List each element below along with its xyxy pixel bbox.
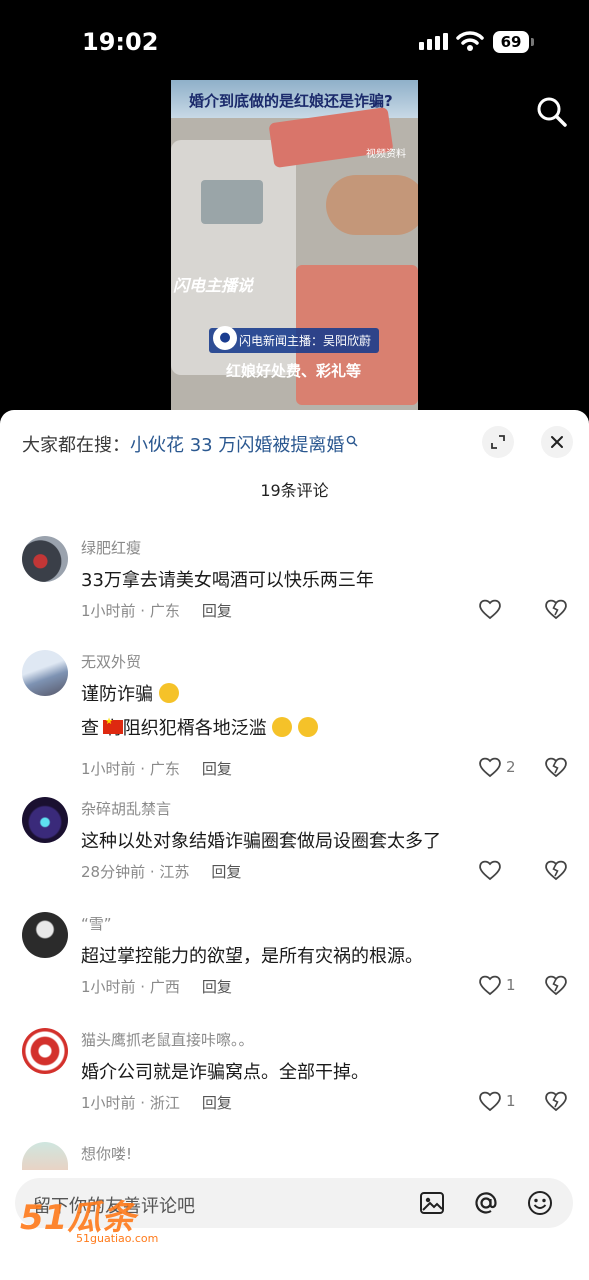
fist-emoji-icon bbox=[158, 683, 179, 703]
heart-icon bbox=[479, 975, 501, 996]
comment-meta: 1小时前 · 广东 回复 bbox=[81, 600, 232, 621]
battery-indicator: 69 bbox=[493, 31, 529, 53]
avatar[interactable] bbox=[22, 797, 68, 843]
comment-text: 33万拿去请美女喝酒可以快乐两三年 bbox=[81, 570, 374, 591]
comment-username[interactable]: 杂碎胡乱禁言 bbox=[81, 798, 171, 819]
dislike-heart-icon[interactable] bbox=[544, 859, 568, 881]
avatar[interactable] bbox=[22, 912, 68, 958]
comment-meta: 1小时前 · 广西 回复 bbox=[81, 976, 232, 997]
comment-text: 婚介公司就是诈骗窝点。全部干掉。 bbox=[81, 1062, 369, 1083]
avatar[interactable] bbox=[22, 536, 68, 582]
dislike-heart-icon[interactable] bbox=[544, 598, 568, 620]
avatar[interactable] bbox=[22, 1028, 68, 1074]
battery-tip bbox=[531, 38, 534, 46]
mention-icon[interactable] bbox=[473, 1190, 499, 1216]
cellular-signal-icon bbox=[419, 33, 448, 50]
video-player[interactable]: 婚介到底做的是红娘还是诈骗? 视频资料 闪电主播说 ● 闪电新闻主播：吴阳欣蔚 … bbox=[171, 80, 418, 410]
dislike-heart-icon[interactable] bbox=[544, 1090, 568, 1112]
like-count: 1 bbox=[506, 1092, 516, 1110]
comment-username[interactable]: 绿肥红瘦 bbox=[81, 537, 141, 558]
trending-search[interactable]: 大家都在搜：小伙花 33 万闪婚被提离婚 bbox=[22, 431, 358, 457]
reply-button[interactable]: 回复 bbox=[202, 602, 232, 620]
wifi-icon bbox=[456, 31, 484, 51]
heart-icon bbox=[479, 757, 501, 778]
comment-meta: 1小时前 · 浙江 回复 bbox=[81, 1092, 232, 1113]
avatar[interactable] bbox=[22, 650, 68, 696]
reply-button[interactable]: 回复 bbox=[211, 863, 241, 881]
heart-icon bbox=[479, 860, 501, 881]
dislike-heart-icon[interactable] bbox=[544, 974, 568, 996]
microphone-icon: ● bbox=[213, 326, 237, 350]
comment-time: 1小时前 · 广东 bbox=[81, 602, 180, 620]
like-button[interactable]: 2 bbox=[478, 756, 516, 778]
comment-text: 这种以处对象结婚诈骗圈套做局设圈套太多了 bbox=[81, 831, 441, 852]
expand-button[interactable] bbox=[482, 426, 514, 458]
video-subtitle: 红娘好处费、彩礼等 bbox=[226, 362, 362, 380]
close-icon bbox=[551, 436, 563, 448]
comment-time: 28分钟前 · 江苏 bbox=[81, 863, 190, 881]
reply-button[interactable]: 回复 bbox=[202, 760, 232, 778]
like-button[interactable] bbox=[478, 598, 502, 620]
like-count: 1 bbox=[506, 976, 516, 994]
heart-icon bbox=[479, 599, 501, 620]
comment-username[interactable]: 想你喽! bbox=[81, 1143, 132, 1164]
comment-sheet: 大家都在搜：小伙花 33 万闪婚被提离婚 19条评论 绿肥红瘦 33万拿去请美女… bbox=[0, 410, 589, 1280]
like-button[interactable]: 1 bbox=[478, 974, 516, 996]
expand-icon bbox=[491, 435, 505, 449]
comment-text-line-1: 谨防诈骗 bbox=[81, 680, 179, 706]
reply-button[interactable]: 回复 bbox=[202, 1094, 232, 1112]
close-button[interactable] bbox=[541, 426, 573, 458]
search-icon[interactable] bbox=[536, 96, 568, 128]
comment-count: 19条评论 bbox=[260, 481, 329, 500]
video-source-tag: 视频资料 bbox=[366, 149, 406, 160]
comment-username[interactable]: 无双外贸 bbox=[81, 651, 141, 672]
emoji-icon[interactable] bbox=[527, 1190, 553, 1216]
comment-username[interactable]: “雪” bbox=[81, 913, 112, 934]
like-count: 2 bbox=[506, 758, 516, 776]
video-headline: 婚介到底做的是红娘还是诈骗? bbox=[189, 92, 393, 110]
search-small-icon bbox=[347, 435, 358, 447]
comment-meta: 28分钟前 · 江苏 回复 bbox=[81, 861, 241, 882]
comment-time: 1小时前 · 广东 bbox=[81, 760, 180, 778]
video-channel-logo: 闪电主播说 bbox=[173, 276, 254, 295]
watermark-url: 51guatiao.com bbox=[76, 1232, 159, 1245]
china-flag-icon bbox=[103, 717, 123, 734]
comment-time: 1小时前 · 广西 bbox=[81, 978, 180, 996]
avatar[interactable] bbox=[22, 1142, 68, 1170]
dislike-heart-icon[interactable] bbox=[544, 756, 568, 778]
comment-username[interactable]: 猫头鹰抓老鼠直接咔嚓。。 bbox=[81, 1029, 254, 1050]
image-icon[interactable] bbox=[419, 1190, 445, 1216]
comment-meta: 1小时前 · 广东 回复 bbox=[81, 758, 232, 779]
video-hand bbox=[326, 175, 418, 235]
fist-emoji-icon bbox=[298, 717, 319, 737]
heart-icon bbox=[479, 1091, 501, 1112]
like-button[interactable] bbox=[478, 859, 502, 881]
comment-time: 1小时前 · 浙江 bbox=[81, 1094, 180, 1112]
trending-search-prefix: 大家都在搜： bbox=[22, 435, 130, 456]
trending-search-term[interactable]: 小伙花 33 万闪婚被提离婚 bbox=[130, 435, 344, 456]
like-button[interactable]: 1 bbox=[478, 1090, 516, 1112]
status-bar: 19:02 69 bbox=[0, 0, 589, 80]
fist-emoji-icon bbox=[272, 717, 293, 737]
status-time: 19:02 bbox=[82, 28, 159, 56]
reply-button[interactable]: 回复 bbox=[202, 978, 232, 996]
comment-text: 超过掌控能力的欲望，是所有灾祸的根源。 bbox=[81, 946, 423, 967]
